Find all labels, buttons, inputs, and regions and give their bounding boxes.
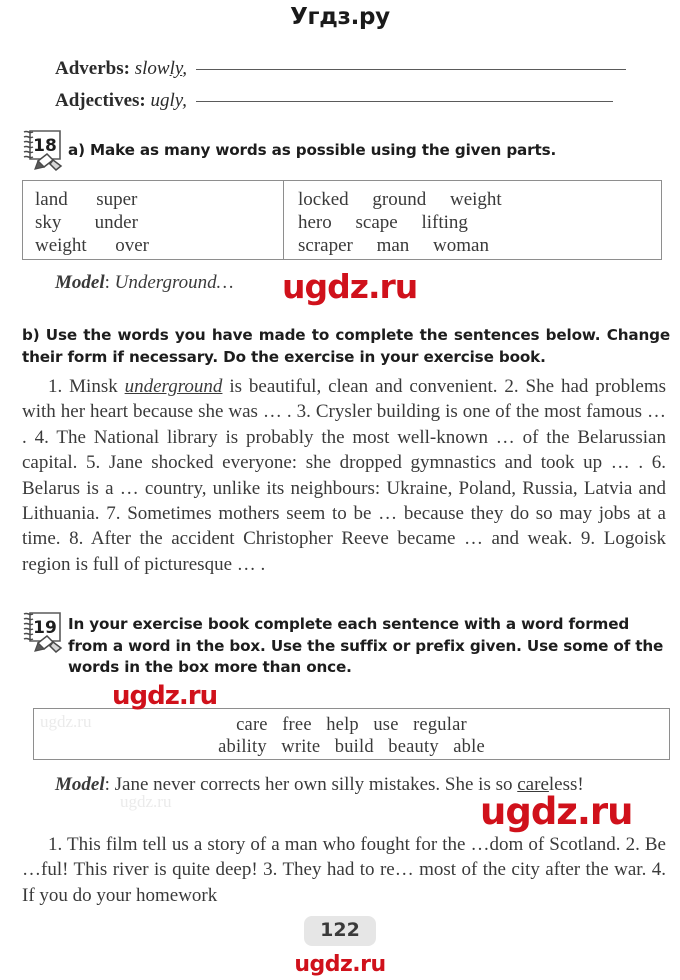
exercise-18-word-box: land super sky under weight over locked … [22,180,662,260]
watermark-lower-overlay: ugdz.ru [480,790,633,833]
model-label: Model [55,272,105,293]
model-text: Jane never corrects her own silly mistak… [114,774,518,795]
watermark-top: Угдз.ру [290,4,390,30]
adverbs-example: slowly, [134,58,187,79]
model-separator: : [104,272,115,293]
notebook-pencil-icon: 18 [20,128,68,174]
exercise-number-18: 18 [33,136,57,156]
exercise-19-sentences: 1. This film tell us a story of a man wh… [22,834,666,906]
word-box-row: weight over [35,235,149,256]
adverbs-fill-line: Adverbs: slowly, [55,58,626,80]
watermark-model-overlay: ugdz.ru [282,267,418,306]
word-box-row: sky under [35,212,138,233]
page-number: 122 [304,916,376,946]
adjectives-blank-rule[interactable] [195,101,613,102]
watermark-box19-overlay: ugdz.ru [112,681,218,711]
word-box-row: scraper man woman [298,235,489,256]
exercise-18b-instruction: b) Use the words you have made to comple… [22,326,670,366]
exercise-18-model: Model: Underground… [55,272,234,294]
model-separator: : [104,774,115,795]
model-label: Model [55,774,105,795]
exercise-19-instruction: In your exercise book complete each sent… [68,615,664,676]
sentences-answer-underlined: underground [124,376,223,397]
adverbs-label: Adverbs: [55,58,130,79]
exercise-18a-instruction: a) Make as many words as possible using … [68,141,557,159]
sentences-pre: 1. Minsk [48,376,125,397]
exercise-19-header: 19 In your exercise book complete each s… [20,610,675,679]
word-box-row: care free help use regular [236,715,467,735]
sentences-post: is beautiful, clean and convenient. 2. S… [22,376,666,575]
notebook-pencil-icon: 19 [20,610,68,656]
word-box-row: ability write build beauty able [218,737,485,757]
exercise-19-word-box: care free help use regular ability write… [33,708,670,760]
exercise-18-sentences: 1. Minsk underground is beautiful, clean… [22,374,666,577]
adjectives-fill-line: Adjectives: ugly, [55,90,613,112]
watermark-footer: ugdz.ru [294,952,386,977]
textbook-page: Угдз.ру ugdz.ru ugdz.ru Adverbs: slowly,… [0,0,680,980]
exercise-number-19: 19 [33,618,57,638]
word-box-column-right: locked ground weight hero scape lifting … [284,181,661,259]
adjectives-example: ugly, [150,90,187,111]
word-box-row: hero scape lifting [298,212,468,233]
exercise-18-header: 18 a) Make as many words as possible usi… [20,128,556,174]
model-text: Underground… [114,272,234,293]
adverbs-blank-rule[interactable] [195,69,626,70]
word-box-row: land super [35,189,138,210]
word-box-row: locked ground weight [298,189,502,210]
word-box-column-left: land super sky under weight over [23,181,284,259]
adjectives-label: Adjectives: [55,90,146,111]
